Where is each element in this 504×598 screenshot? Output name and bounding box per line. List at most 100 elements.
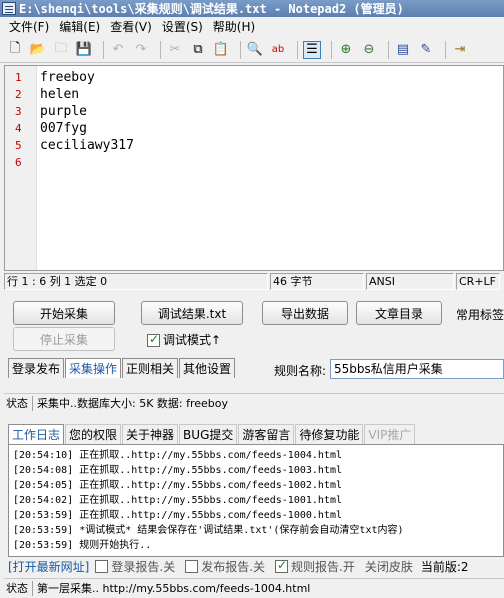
status-text: 采集中..数据库大小: 5K 数据: freeboy (37, 397, 229, 410)
byte-count: 46 字节 (270, 273, 364, 290)
work-log-panel[interactable]: [20:54:10] 正在抓取..http://my.55bbs.com/fee… (8, 444, 504, 557)
tab-login-publish[interactable]: 登录发布 (8, 358, 65, 378)
menu-view[interactable]: 查看(V) (105, 18, 157, 35)
line-number: 6 (15, 156, 22, 169)
menu-file[interactable]: 文件(F) (4, 18, 54, 35)
line-number-gutter: 1 2 3 4 5 6 (5, 66, 37, 270)
paste-icon[interactable]: 📋 (212, 41, 230, 59)
debug-mode-option[interactable]: 调试模式↑ (147, 331, 221, 348)
encoding-indicator: ANSI (366, 273, 454, 290)
browse-icon[interactable]: 🗀 (52, 41, 70, 59)
open-latest-url-link[interactable]: [打开最新网址] (8, 558, 89, 575)
copy-icon[interactable]: ⧉ (189, 41, 207, 59)
rule-report-label: 规则报告.开 (291, 559, 355, 574)
cut-icon[interactable]: ✂ (166, 41, 184, 59)
cursor-position: 行 1 : 6 列 1 选定 0 (4, 273, 268, 290)
tab-other-settings[interactable]: 其他设置 (179, 358, 236, 378)
toolbar-divider (297, 40, 298, 59)
zoom-out-icon[interactable]: ⊖ (360, 41, 378, 59)
report-options-bar: [打开最新网址] 登录报告.关 发布报告.关 规则报告.开 关闭皮肤 当前版:2 (8, 557, 504, 575)
find-icon[interactable]: 🔍 (246, 41, 264, 59)
status-divider (32, 395, 33, 411)
toolbar-divider (445, 40, 446, 59)
bottom-status-label: 状态 (6, 582, 28, 595)
current-version-label: 当前版:2 (420, 559, 469, 574)
start-collect-button[interactable]: 开始采集 (13, 301, 115, 325)
login-report-label: 登录报告.关 (111, 559, 176, 574)
tab-about[interactable]: 关于神器 (122, 424, 179, 444)
title-bar: E:\shenqi\tools\采集规则\调试结果.txt - Notepad2… (0, 0, 504, 17)
bottom-status-line: 状态 第一层采集.. http://my.55bbs.com/feeds-100… (4, 578, 504, 597)
line-number: 5 (15, 139, 22, 152)
undo-icon[interactable]: ↶ (109, 41, 127, 59)
stop-collect-button[interactable]: 停止采集 (13, 327, 115, 351)
tab-work-log[interactable]: 工作日志 (8, 424, 65, 444)
tab-collect-operations[interactable]: 采集操作 (65, 358, 122, 378)
debug-mode-checkbox[interactable] (147, 332, 160, 347)
log-line: [20:54:02] 正在抓取..http://my.55bbs.com/fee… (13, 495, 342, 506)
toolbar-divider (103, 40, 104, 59)
line-number: 3 (15, 105, 22, 118)
rule-name-input[interactable]: 55bbs私信用户采集 (330, 359, 504, 379)
menu-bar: 文件(F) 编辑(E) 查看(V) 设置(S) 帮助(H) (0, 17, 504, 36)
debug-mode-label: 调试模式↑ (163, 333, 222, 347)
word-wrap-icon[interactable]: ☰ (303, 40, 321, 59)
rule-report-checkbox[interactable] (275, 558, 289, 573)
collector-tabs: 登录发布 采集操作 正则相关 其他设置 (8, 358, 236, 378)
redo-icon[interactable]: ↷ (132, 41, 150, 59)
rule-report-option[interactable]: 规则报告.开 (275, 558, 355, 575)
line-number: 1 (15, 71, 22, 84)
menu-settings[interactable]: 设置(S) (157, 18, 208, 35)
close-skin-link[interactable]: 关闭皮肤 (365, 558, 413, 575)
log-tabs: 工作日志 您的权限 关于神器 BUG提交 游客留言 待修复功能 VIP推广 (8, 424, 416, 444)
editor-line: purple (40, 104, 87, 119)
scheme-icon[interactable]: ▤ (394, 41, 412, 59)
window-title: E:\shenqi\tools\采集规则\调试结果.txt - Notepad2… (19, 2, 404, 16)
tab-bug-report[interactable]: BUG提交 (179, 424, 238, 444)
editor-line: helen (40, 87, 80, 102)
log-line: [20:53:59] *调试模式* 结果会保存在'调试结果.txt'(保存前会自… (13, 525, 404, 536)
debug-result-button[interactable]: 调试结果.txt (141, 301, 243, 325)
login-report-checkbox[interactable] (95, 559, 109, 573)
new-file-icon[interactable]: 🗋 (6, 41, 24, 59)
toolbar-divider (388, 40, 389, 59)
editor-line: 007fyg (40, 121, 87, 136)
menu-edit[interactable]: 编辑(E) (54, 18, 105, 35)
tab-vip-promotion[interactable]: VIP推广 (364, 424, 416, 444)
text-editor[interactable]: 1 2 3 4 5 6 freeboy helen purple 007fyg … (4, 65, 504, 271)
common-tags-label[interactable]: 常用标签 (456, 306, 504, 323)
editor-line: ceciliawy317 (40, 138, 134, 153)
login-report-option[interactable]: 登录报告.关 (95, 558, 175, 575)
tab-regex[interactable]: 正则相关 (122, 358, 179, 378)
log-line: [20:53:59] 正在抓取..http://my.55bbs.com/fee… (13, 510, 342, 521)
exit-icon[interactable]: ⇥ (451, 41, 469, 59)
line-number: 2 (15, 88, 22, 101)
log-line: [20:54:10] 正在抓取..http://my.55bbs.com/fee… (13, 450, 342, 461)
zoom-in-icon[interactable]: ⊕ (337, 41, 355, 59)
log-line: [20:54:05] 正在抓取..http://my.55bbs.com/fee… (13, 480, 342, 491)
menu-help[interactable]: 帮助(H) (208, 18, 260, 35)
line-number: 4 (15, 122, 22, 135)
customize-icon[interactable]: ✎ (417, 41, 435, 59)
article-directory-button[interactable]: 文章目录 (356, 301, 442, 325)
log-line: [20:53:59] 规则开始执行.. (13, 540, 152, 551)
tab-pending-fixes[interactable]: 待修复功能 (295, 424, 364, 444)
bottom-status-divider (32, 580, 33, 596)
editor-line: freeboy (40, 70, 95, 85)
tab-your-permissions[interactable]: 您的权限 (65, 424, 122, 444)
save-icon[interactable]: 💾 (75, 41, 93, 59)
editor-content[interactable]: freeboy helen purple 007fyg ceciliawy317 (37, 66, 503, 270)
rule-name-label: 规则名称: (274, 364, 327, 378)
status-label: 状态 (6, 397, 28, 410)
export-data-button[interactable]: 导出数据 (262, 301, 348, 325)
open-folder-icon[interactable]: 📂 (29, 41, 47, 59)
tab-guest-messages[interactable]: 游客留言 (238, 424, 295, 444)
publish-report-checkbox[interactable] (185, 559, 199, 573)
bottom-status-text: 第一层采集.. http://my.55bbs.com/feeds-1004.h… (37, 582, 311, 595)
editor-status-bar: 行 1 : 6 列 1 选定 0 46 字节 ANSI CR+LF (4, 273, 504, 290)
toolbar-divider (240, 40, 241, 59)
publish-report-option[interactable]: 发布报告.关 (185, 558, 265, 575)
eol-indicator: CR+LF (456, 273, 500, 290)
replace-icon[interactable]: ab (269, 41, 287, 59)
